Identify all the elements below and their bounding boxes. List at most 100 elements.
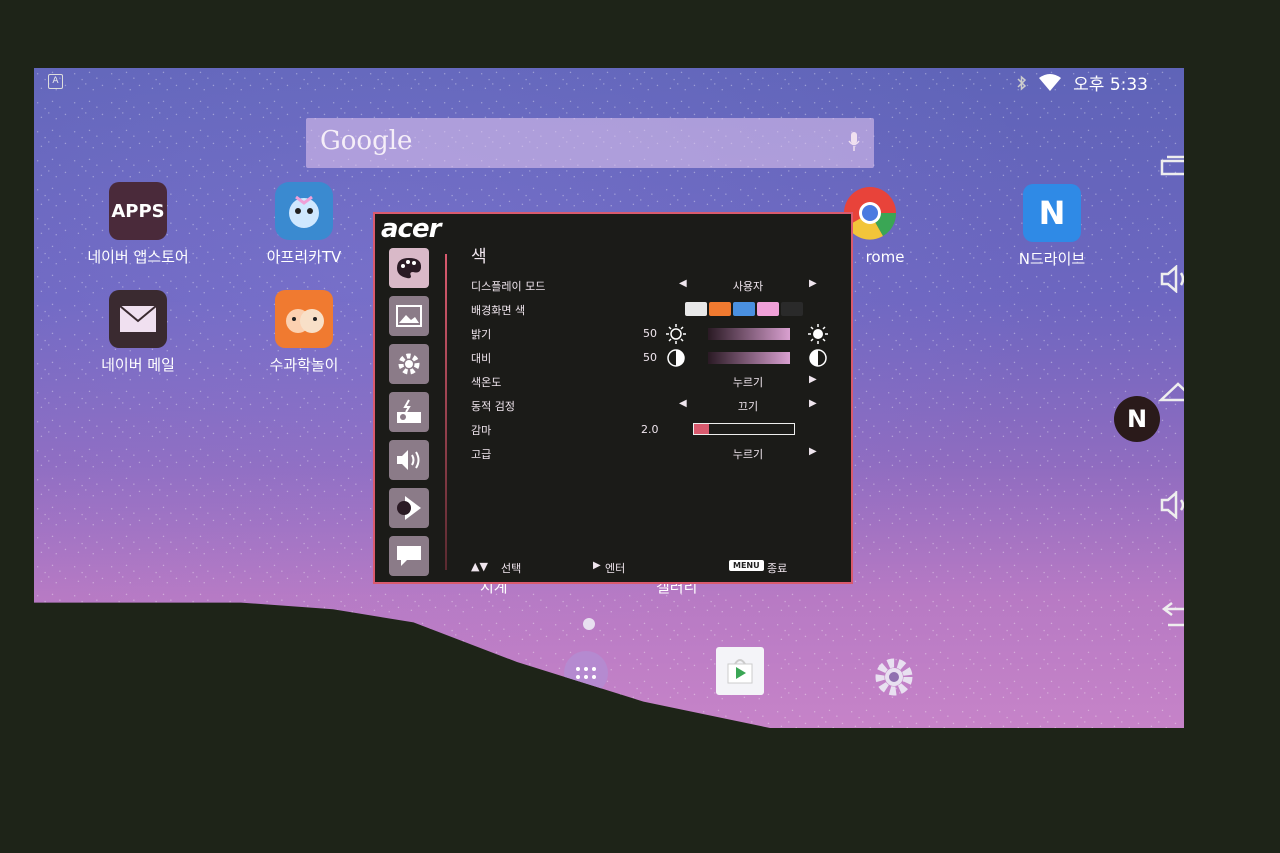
app-science-play[interactable]: 수과학놀이 — [244, 290, 364, 375]
bluetooth-app-icon[interactable] — [262, 647, 310, 695]
row-value: 끄기 — [737, 400, 759, 413]
mic-icon[interactable] — [848, 132, 860, 152]
row-value: 누르기 — [732, 448, 764, 461]
status-time: 오후 5:33 — [1073, 75, 1148, 95]
contrast-high-icon — [809, 349, 827, 367]
arrow-right-icon[interactable]: ▶ — [809, 446, 817, 457]
3d-icon — [397, 496, 421, 520]
brightness-value: 50 — [643, 327, 657, 340]
row-display-mode[interactable]: 디스플레이 모드 ◀ 사용자 ▶ — [471, 275, 831, 297]
science-play-icon — [275, 290, 333, 348]
row-label: 색온도 — [471, 376, 502, 389]
row-gamma[interactable]: 감마 2.0 — [471, 419, 831, 441]
settings-app-icon[interactable] — [870, 653, 918, 701]
tab-color[interactable] — [389, 248, 429, 288]
swatch-orange[interactable] — [709, 302, 731, 316]
mail-icon — [109, 290, 167, 348]
ndrive-icon: N — [1023, 184, 1081, 242]
sun-dim-icon — [666, 324, 686, 344]
row-label: 고급 — [471, 448, 492, 461]
gamma-fill — [694, 424, 709, 434]
gamma-bar[interactable] — [693, 423, 795, 435]
contrast-value: 50 — [643, 351, 657, 364]
google-logo: Google — [320, 126, 413, 156]
osd-footer: ▲▼ 선택 ▶ 엔터 MENU 종료 — [471, 558, 831, 576]
row-contrast[interactable]: 대비 50 — [471, 347, 831, 369]
image-icon — [396, 305, 422, 327]
app-ndrive[interactable]: N N드라이브 — [992, 184, 1112, 269]
row-wall-color[interactable]: 배경화면 색 — [471, 299, 831, 321]
projector-icon — [397, 399, 421, 423]
brightness-slider[interactable] — [708, 328, 790, 340]
app-label: 아프리카TV — [266, 248, 342, 266]
arrow-right-icon[interactable]: ▶ — [809, 398, 817, 409]
row-label: 디스플레이 모드 — [471, 280, 546, 293]
gamma-value: 2.0 — [641, 423, 659, 436]
row-label: 감마 — [471, 424, 492, 437]
app-label: N드라이브 — [1018, 250, 1086, 268]
wifi-icon — [1039, 73, 1062, 91]
row-color-temperature[interactable]: 색온도 누르기 ▶ — [471, 371, 831, 393]
notification-icon: A — [48, 74, 63, 89]
tab-audio[interactable] — [389, 440, 429, 480]
app-label: 네이버 앱스토어 — [87, 248, 189, 266]
contrast-icon — [667, 349, 685, 367]
play-store-icon[interactable] — [716, 647, 764, 695]
page-indicator-dot — [583, 618, 595, 630]
row-value: 누르기 — [732, 376, 764, 389]
youtube-app-icon[interactable]: YouTube — [410, 647, 462, 695]
updown-arrows-icon: ▲▼ — [471, 560, 488, 573]
home-icon[interactable] — [1158, 375, 1184, 409]
footer-enter-label: 엔터 — [605, 562, 626, 575]
acer-logo: acer — [381, 214, 441, 244]
contrast-slider[interactable] — [708, 352, 790, 364]
row-label: 배경화면 색 — [471, 304, 526, 317]
tab-image[interactable] — [389, 296, 429, 336]
row-label: 밝기 — [471, 328, 492, 341]
play-arrow-icon: ▶ — [593, 560, 601, 571]
arrow-right-icon[interactable]: ▶ — [809, 374, 817, 385]
floating-n-button[interactable]: N — [1114, 396, 1160, 442]
swatch-pink[interactable] — [757, 302, 779, 316]
app-afreecatv[interactable]: 아프리카TV — [244, 182, 364, 267]
tab-3d[interactable] — [389, 488, 429, 528]
status-bar: A 오후 5:33 — [34, 68, 1184, 96]
row-dynamic-black[interactable]: 동적 검정 ◀ 끄기 ▶ — [471, 395, 831, 417]
swatch-black[interactable] — [781, 302, 803, 316]
sun-bright-icon — [808, 324, 828, 344]
google-search-bar[interactable]: Google — [306, 118, 874, 168]
row-label: 대비 — [471, 352, 492, 365]
footer-select-label: 선택 — [501, 562, 522, 575]
arrow-left-icon[interactable]: ◀ — [679, 278, 687, 289]
volume-down-icon[interactable] — [1158, 488, 1184, 522]
tab-management[interactable] — [389, 392, 429, 432]
swatch-blue[interactable] — [733, 302, 755, 316]
osd-page-title: 색 — [471, 247, 487, 267]
footer-exit-label: 종료 — [767, 562, 788, 575]
abc-icon — [397, 546, 421, 566]
row-brightness[interactable]: 밝기 50 — [471, 323, 831, 345]
acer-osd-menu: acer 색 디스플레이 모드 ◀ 사용자 ▶ 배경화면 색 밝기 50 대비 … — [373, 212, 853, 584]
app-naver-mail[interactable]: 네이버 메일 — [78, 290, 198, 375]
back-icon[interactable] — [1158, 598, 1184, 632]
wall-color-swatches — [685, 302, 805, 316]
app-naver-appstore[interactable]: APPS 네이버 앱스토어 — [78, 182, 198, 267]
tab-settings[interactable] — [389, 344, 429, 384]
swatch-white[interactable] — [685, 302, 707, 316]
row-value: 사용자 — [732, 280, 764, 293]
arrow-left-icon[interactable]: ◀ — [679, 398, 687, 409]
tab-language[interactable] — [389, 536, 429, 576]
menu-key-badge: MENU — [729, 560, 764, 571]
osd-sidebar — [389, 248, 431, 584]
row-advanced[interactable]: 고급 누르기 ▶ — [471, 443, 831, 465]
gear-icon — [398, 353, 420, 375]
afreecatv-icon — [275, 182, 333, 240]
app-drawer-icon[interactable] — [564, 651, 608, 695]
bluetooth-status-icon — [1017, 74, 1027, 91]
app-label: 네이버 메일 — [101, 356, 175, 374]
app-label: 수과학놀이 — [269, 356, 339, 374]
recent-apps-icon[interactable] — [1158, 148, 1184, 182]
appstore-icon: APPS — [109, 182, 167, 240]
arrow-right-icon[interactable]: ▶ — [809, 278, 817, 289]
volume-up-icon[interactable] — [1158, 262, 1184, 296]
